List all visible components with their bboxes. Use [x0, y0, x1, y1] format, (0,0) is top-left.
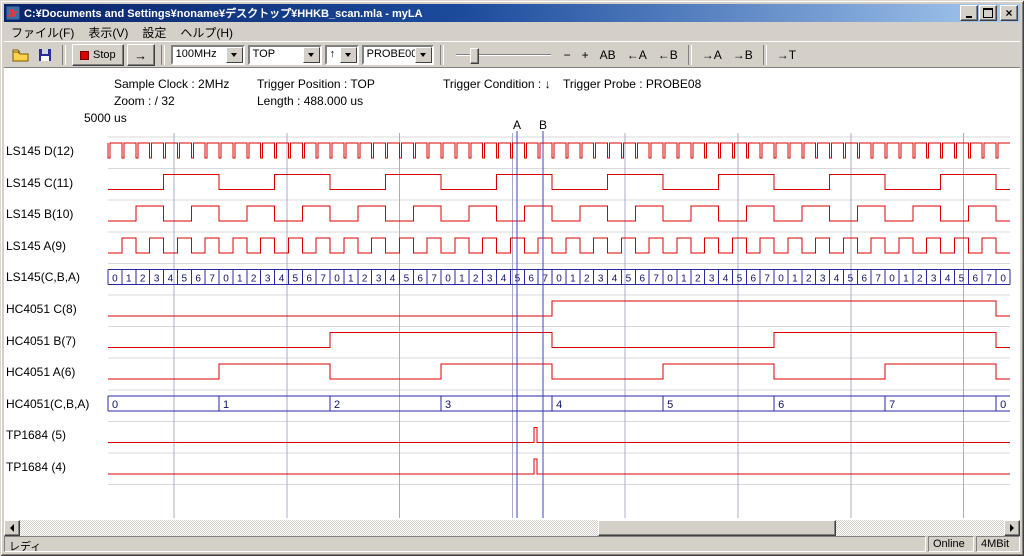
stop-icon: [80, 51, 89, 60]
status-ready: レディ: [4, 536, 926, 552]
time-scale-label: 5000 us: [84, 111, 127, 125]
maximize-button[interactable]: [979, 5, 997, 21]
scroll-right-button[interactable]: [1004, 520, 1020, 536]
run-button[interactable]: →: [127, 44, 155, 66]
cursor-a-label: A: [511, 118, 523, 132]
arrow-left-icon: [10, 524, 14, 532]
title-bar: C:¥Documents and Settings¥noname¥デスクトップ¥…: [4, 4, 1020, 22]
trigger-edge-select[interactable]: ↑: [325, 45, 359, 65]
info-trigger-condition: Trigger Condition : ↓: [443, 77, 551, 91]
horizontal-scrollbar[interactable]: [4, 520, 1020, 536]
sample-clock-value: 100MHz: [173, 47, 226, 63]
close-icon: [1005, 4, 1012, 22]
menu-file[interactable]: ファイル(F): [4, 23, 81, 42]
maximize-icon: [983, 8, 993, 18]
goto-cursor-a-button[interactable]: ←A: [623, 47, 651, 63]
chevron-down-icon: [231, 53, 237, 57]
trigger-position-value: TOP: [250, 47, 303, 63]
menu-settings[interactable]: 設定: [135, 23, 173, 42]
minimize-button[interactable]: [960, 5, 978, 21]
set-cursor-b-button[interactable]: →B: [729, 47, 757, 63]
toolbar: Stop → 100MHz TOP ↑ PROBE00 − + AB ←A ←B…: [4, 41, 1020, 68]
info-zoom: Zoom : / 32: [114, 94, 175, 108]
menu-bar: ファイル(F) 表示(V) 設定 ヘルプ(H): [4, 23, 1020, 41]
set-cursor-a-button[interactable]: →A: [698, 47, 726, 63]
info-length: Length : 488.000 us: [257, 94, 363, 108]
chevron-down-icon: [308, 53, 314, 57]
close-button[interactable]: [1000, 5, 1018, 21]
dropdown-button[interactable]: [340, 47, 357, 63]
trigger-probe-value: PROBE00: [364, 47, 415, 63]
zoom-in-button[interactable]: +: [578, 47, 593, 63]
trigger-edge-value: ↑: [327, 47, 340, 63]
open-button[interactable]: [9, 45, 31, 65]
sample-clock-select[interactable]: 100MHz: [171, 45, 245, 65]
info-sample-clock: Sample Clock : 2MHz: [114, 77, 229, 91]
save-floppy-icon: [38, 48, 52, 62]
save-button[interactable]: [34, 45, 56, 65]
run-arrow-icon: →: [134, 48, 147, 63]
toolbar-separator: [688, 45, 692, 65]
info-trigger-position: Trigger Position : TOP: [257, 77, 375, 91]
menu-help[interactable]: ヘルプ(H): [173, 23, 240, 42]
cursor-b-label: B: [537, 118, 549, 132]
toolbar-separator: [62, 45, 66, 65]
dropdown-button[interactable]: [415, 47, 432, 63]
arrow-right-icon: [1010, 524, 1014, 532]
dropdown-button[interactable]: [303, 47, 320, 63]
minimize-icon: [966, 16, 972, 18]
info-trigger-probe: Trigger Probe : PROBE08: [563, 77, 701, 91]
menu-view[interactable]: 表示(V): [81, 23, 135, 42]
waveform-client-area[interactable]: [4, 67, 1020, 520]
open-folder-icon: [12, 48, 29, 62]
scrollbar-thumb[interactable]: [598, 520, 836, 536]
zoom-slider-thumb[interactable]: [470, 48, 479, 64]
toolbar-separator: [763, 45, 767, 65]
goto-trigger-button[interactable]: →T: [773, 47, 800, 63]
dropdown-button[interactable]: [226, 47, 243, 63]
trigger-probe-select[interactable]: PROBE00: [362, 45, 434, 65]
stop-label: Stop: [93, 49, 116, 61]
chevron-down-icon: [345, 53, 351, 57]
status-memory: 4MBit: [976, 536, 1020, 552]
toolbar-separator: [440, 45, 444, 65]
zoom-slider[interactable]: [456, 46, 551, 64]
toolbar-separator: [161, 45, 165, 65]
goto-cursor-b-button[interactable]: ←B: [654, 47, 682, 63]
app-icon: [6, 6, 20, 20]
trigger-position-select[interactable]: TOP: [248, 45, 322, 65]
status-online: Online: [928, 536, 974, 552]
status-bar: レディ Online 4MBit: [4, 536, 1020, 552]
cursor-ab-button[interactable]: AB: [596, 47, 620, 63]
scroll-left-button[interactable]: [4, 520, 20, 536]
window-title: C:¥Documents and Settings¥noname¥デスクトップ¥…: [24, 5, 959, 21]
zoom-out-button[interactable]: −: [560, 47, 575, 63]
stop-button[interactable]: Stop: [72, 44, 124, 66]
chevron-down-icon: [420, 53, 426, 57]
